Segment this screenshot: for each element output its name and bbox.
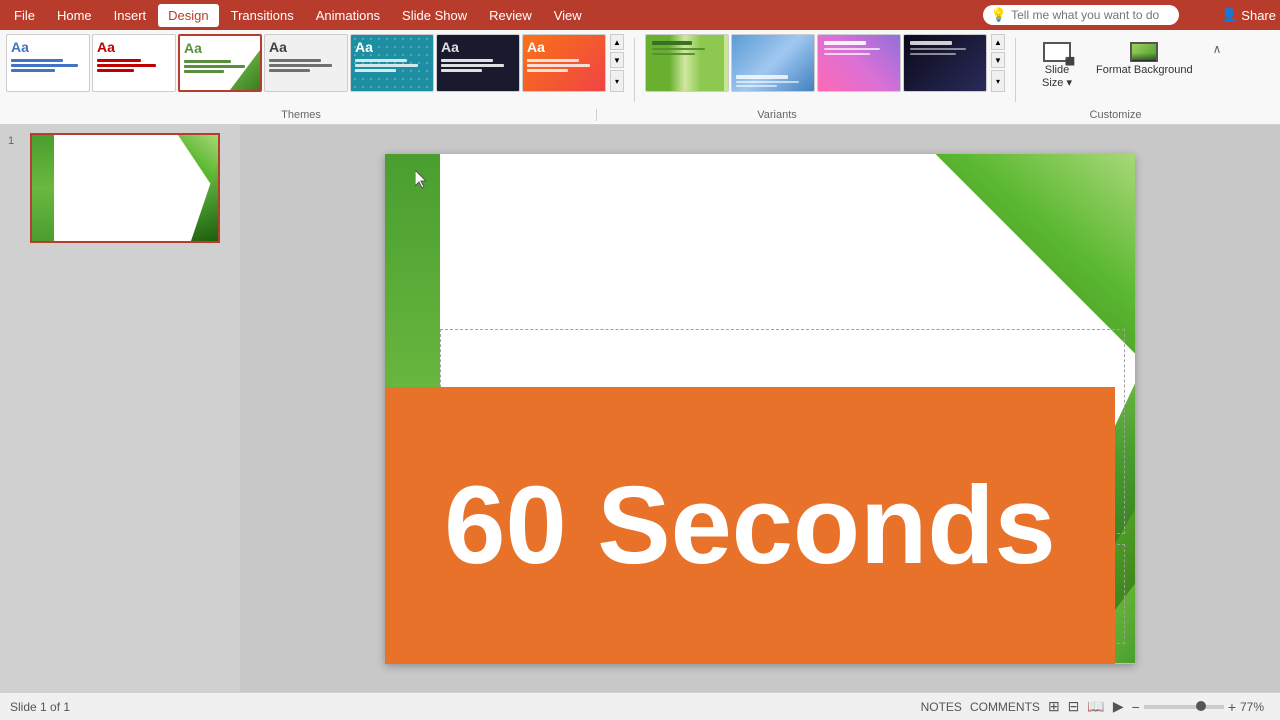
menu-file[interactable]: File [4,4,45,27]
zoom-bar: − + 77% [1132,699,1270,715]
reading-view-icon[interactable]: 📖 [1087,698,1104,715]
themes-row: Aa Aa [6,34,624,92]
scroll-down-arrow[interactable]: ▼ [610,52,624,68]
canvas-area[interactable]: Click to add title subtitle 60 Seconds [240,125,1280,692]
main-area: 1 Click to add title su [0,125,1280,692]
scroll-more-arrow[interactable]: ▾ [610,70,624,92]
scroll-up-arrow[interactable]: ▲ [610,34,624,50]
ribbon-divider-1 [634,38,635,102]
variant-3[interactable] [817,34,901,92]
themes-section: Aa Aa [6,34,624,106]
presentation-icon[interactable]: ▶ [1113,698,1124,715]
comments-button[interactable]: COMMENTS [970,700,1040,714]
notes-button[interactable]: NOTES [921,700,962,714]
status-right: NOTES COMMENTS ⊞ ⊟ 📖 ▶ − + 77% [921,698,1270,715]
variant-scroll-up[interactable]: ▲ [991,34,1005,50]
theme-3[interactable]: Aa [178,34,262,92]
zoom-slider[interactable] [1144,705,1224,709]
share-button[interactable]: 👤 Share [1221,7,1276,23]
theme-6[interactable]: Aa [436,34,520,92]
slide-number: 1 [8,133,24,147]
menu-bar: File Home Insert Design Transitions Anim… [0,0,1280,30]
ribbon: Aa Aa [0,30,1280,125]
slide-sorter-icon[interactable]: ⊟ [1068,698,1080,715]
slide-size-label: SlideSize ▾ [1042,64,1072,90]
slide-thumbnail[interactable] [30,133,220,243]
variant-2[interactable] [731,34,815,92]
variant-scroll-more[interactable]: ▾ [991,70,1005,92]
menu-view[interactable]: View [544,4,592,27]
search-input[interactable] [1011,8,1171,22]
menu-design[interactable]: Design [158,4,218,27]
thumb-green-left [32,135,54,241]
customize-section: ⬛ SlideSize ▾ Format Background [1026,34,1229,106]
zoom-level[interactable]: 77% [1240,700,1270,714]
theme-scroll-arrows: ▲ ▼ ▾ [610,34,624,92]
normal-view-icon[interactable]: ⊞ [1048,698,1060,715]
variant-scroll-down[interactable]: ▼ [991,52,1005,68]
slide-item-1[interactable]: 1 [8,133,232,243]
slide-size-button[interactable]: ⬛ SlideSize ▾ [1034,38,1080,94]
format-background-label: Format Background [1096,64,1193,77]
lightbulb-icon: 💡 [991,7,1007,23]
ribbon-divider-2 [1015,38,1016,102]
zoom-in-button[interactable]: + [1228,699,1236,715]
variant-1[interactable] [645,34,729,92]
menu-review[interactable]: Review [479,4,542,27]
customize-label: Customize [957,109,1274,121]
theme-4[interactable]: Aa [264,34,348,92]
menu-home[interactable]: Home [47,4,102,27]
variants-section: ▲ ▼ ▾ [645,34,1005,106]
variant-scroll-arrows: ▲ ▼ ▾ [991,34,1005,92]
theme-1[interactable]: Aa [6,34,90,92]
format-background-button[interactable]: Format Background [1088,38,1201,81]
overlay-text: 60 Seconds [444,462,1055,589]
menu-animations[interactable]: Animations [306,4,390,27]
variant-4[interactable] [903,34,987,92]
slide-canvas: Click to add title subtitle 60 Seconds [385,154,1135,664]
variants-label: Variants [597,109,957,121]
theme-5[interactable]: Aa [350,34,434,92]
collapse-ribbon-button[interactable]: ∧ [1213,40,1222,58]
theme-2[interactable]: Aa [92,34,176,92]
menu-insert[interactable]: Insert [104,4,157,27]
theme-7[interactable]: Aa [522,34,606,92]
orange-banner: 60 Seconds [385,387,1115,664]
slide-green-top-right [935,154,1135,354]
menu-transitions[interactable]: Transitions [221,4,304,27]
ribbon-labels: Themes Variants Customize [0,106,1280,124]
variants-row: ▲ ▼ ▾ [645,34,1005,92]
zoom-out-button[interactable]: − [1132,699,1140,715]
slide-panel: 1 [0,125,240,692]
slide-info: Slide 1 of 1 [10,700,70,714]
search-bar[interactable]: 💡 [983,5,1179,25]
menu-slideshow[interactable]: Slide Show [392,4,477,27]
themes-label: Themes [6,109,596,121]
status-bar: Slide 1 of 1 NOTES COMMENTS ⊞ ⊟ 📖 ▶ − + … [0,692,1280,720]
person-icon: 👤 [1221,7,1237,23]
zoom-thumb[interactable] [1196,701,1206,711]
